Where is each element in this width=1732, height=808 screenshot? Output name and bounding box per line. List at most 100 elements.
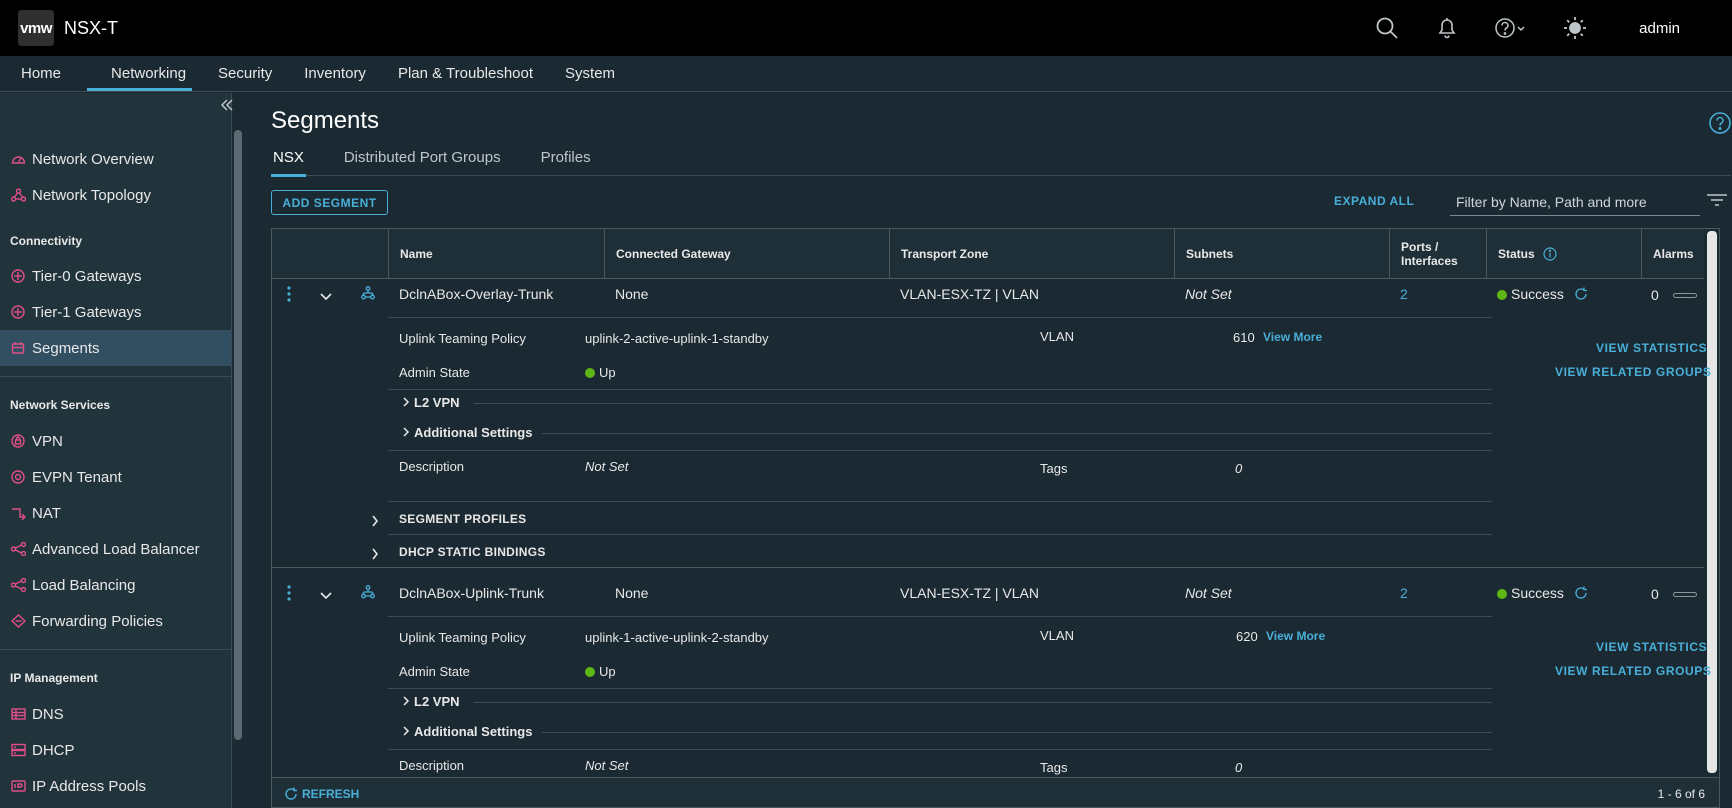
sidebar-scrollbar[interactable] bbox=[232, 126, 246, 808]
tab-inventory[interactable]: Inventory bbox=[288, 56, 382, 91]
sidebar-item-vpn[interactable]: VPN bbox=[0, 423, 231, 459]
column-ports-interfaces[interactable]: Ports / Interfaces bbox=[1389, 229, 1486, 279]
view-statistics-link[interactable]: VIEW STATISTICS bbox=[1596, 341, 1707, 355]
column-subnets[interactable]: Subnets bbox=[1174, 229, 1389, 279]
ports-count-link[interactable]: 2 bbox=[1400, 286, 1408, 302]
row-actions-icon[interactable] bbox=[286, 584, 292, 605]
grid-scrollbar-thumb[interactable] bbox=[1707, 231, 1717, 773]
sidebar-item-network-overview[interactable]: Network Overview bbox=[0, 141, 231, 177]
help-circle-icon[interactable] bbox=[1708, 111, 1732, 138]
segment-profiles-expander[interactable]: SEGMENT PROFILES bbox=[399, 512, 526, 526]
sidebar-item-tier0-gateways[interactable]: Tier-0 Gateways bbox=[0, 258, 231, 294]
tab-system[interactable]: System bbox=[549, 56, 631, 91]
segments-icon bbox=[10, 340, 26, 356]
help-icon[interactable] bbox=[1487, 8, 1535, 48]
view-related-groups-link[interactable]: VIEW RELATED GROUPS bbox=[1555, 365, 1712, 379]
divider bbox=[542, 433, 1492, 434]
tab-home[interactable]: Home bbox=[0, 56, 77, 91]
view-more-link[interactable]: View More bbox=[1266, 629, 1325, 643]
l2vpn-expander[interactable]: L2 VPN bbox=[402, 694, 460, 709]
sidebar-item-segments[interactable]: Segments bbox=[0, 330, 231, 366]
description-value: Not Set bbox=[585, 459, 629, 474]
user-menu[interactable]: admin bbox=[1639, 20, 1680, 37]
ip-pool-icon bbox=[10, 778, 26, 794]
sidebar-item-network-topology[interactable]: Network Topology bbox=[0, 177, 231, 213]
grid-footer: REFRESH 1 - 6 of 6 bbox=[272, 777, 1719, 807]
tab-security[interactable]: Security bbox=[202, 56, 288, 91]
column-actions bbox=[272, 229, 388, 279]
collapse-sidebar-icon[interactable] bbox=[220, 98, 234, 115]
segment-tabs: NSX Distributed Port Groups Profiles bbox=[271, 143, 1731, 177]
ports-count-link[interactable]: 2 bbox=[1400, 585, 1408, 601]
sidebar-item-dns[interactable]: DNS bbox=[0, 696, 231, 732]
l2vpn-expander[interactable]: L2 VPN bbox=[402, 395, 460, 410]
success-dot-icon bbox=[1497, 589, 1507, 599]
alarms-count: 0 bbox=[1651, 586, 1697, 602]
sidebar-group-connectivity: Connectivity bbox=[10, 234, 83, 248]
info-icon[interactable] bbox=[1543, 247, 1557, 261]
column-alarms[interactable]: Alarms bbox=[1641, 229, 1704, 279]
sidebar-item-evpn-tenant[interactable]: EVPN Tenant bbox=[0, 459, 231, 495]
tab-networking[interactable]: Networking bbox=[77, 56, 202, 91]
sidebar-scrollbar-thumb[interactable] bbox=[234, 130, 242, 740]
sidebar-item-load-balancing[interactable]: Load Balancing bbox=[0, 567, 231, 603]
divider bbox=[474, 403, 1492, 404]
main-content: Segments NSX Distributed Port Groups Pro… bbox=[248, 93, 1732, 808]
row-actions-icon[interactable] bbox=[286, 285, 292, 306]
divider bbox=[474, 702, 1492, 703]
topology-icon bbox=[10, 187, 26, 203]
expand-all-link[interactable]: EXPAND ALL bbox=[1334, 194, 1414, 208]
column-connected-gateway[interactable]: Connected Gateway bbox=[604, 229, 889, 279]
column-name[interactable]: Name bbox=[388, 229, 604, 279]
sidebar-item-dhcp[interactable]: DHCP bbox=[0, 732, 231, 768]
divider bbox=[388, 616, 1492, 617]
add-segment-button[interactable]: ADD SEGMENT bbox=[271, 190, 388, 215]
view-related-groups-link[interactable]: VIEW RELATED GROUPS bbox=[1555, 664, 1712, 678]
tags-label: Tags bbox=[1040, 760, 1068, 775]
refresh-status-icon[interactable] bbox=[1574, 287, 1588, 301]
sidebar-item-ip-address-pools[interactable]: IP Address Pools bbox=[0, 768, 231, 804]
divider bbox=[388, 534, 1492, 535]
tab-distributed-port-groups[interactable]: Distributed Port Groups bbox=[342, 143, 503, 175]
dhcp-icon bbox=[10, 742, 26, 758]
collapse-row-icon[interactable] bbox=[320, 288, 332, 304]
grid-header: Name Connected Gateway Transport Zone Su… bbox=[272, 229, 1704, 279]
description-label: Description bbox=[399, 758, 465, 773]
subnets: Not Set bbox=[1185, 585, 1232, 601]
collapse-row-icon[interactable] bbox=[320, 587, 332, 603]
divider bbox=[542, 732, 1492, 733]
sidebar-group-ip-management: IP Management bbox=[10, 671, 98, 685]
sidebar-item-advanced-load-balancer[interactable]: Advanced Load Balancer bbox=[0, 531, 231, 567]
bell-icon[interactable] bbox=[1427, 8, 1467, 48]
segments-grid: Name Connected Gateway Transport Zone Su… bbox=[271, 228, 1720, 808]
tab-nsx[interactable]: NSX bbox=[271, 143, 306, 177]
uplink-teaming-label: Uplink Teaming Policy bbox=[399, 630, 526, 645]
column-transport-zone[interactable]: Transport Zone bbox=[889, 229, 1174, 279]
additional-settings-expander[interactable]: Additional Settings bbox=[402, 724, 532, 739]
refresh-status-icon[interactable] bbox=[1574, 586, 1588, 600]
sidebar-item-nat[interactable]: NAT bbox=[0, 495, 231, 531]
grid-scrollbar[interactable] bbox=[1704, 229, 1719, 777]
segment-profiles-chevron-icon[interactable] bbox=[371, 514, 379, 530]
page-title: Segments bbox=[271, 107, 380, 134]
search-icon[interactable] bbox=[1367, 8, 1407, 48]
tab-profiles[interactable]: Profiles bbox=[539, 143, 593, 175]
theme-sun-icon[interactable] bbox=[1555, 8, 1595, 48]
filter-icon[interactable] bbox=[1706, 193, 1728, 210]
divider bbox=[388, 501, 1492, 502]
transport-zone: VLAN-ESX-TZ | VLAN bbox=[900, 286, 1040, 302]
dhcp-bindings-chevron-icon[interactable] bbox=[371, 547, 379, 563]
view-statistics-link[interactable]: VIEW STATISTICS bbox=[1596, 640, 1707, 654]
filter-input[interactable] bbox=[1450, 188, 1700, 216]
view-more-link[interactable]: View More bbox=[1263, 330, 1322, 344]
dhcp-static-bindings-expander[interactable]: DHCP STATIC BINDINGS bbox=[399, 545, 546, 559]
column-status[interactable]: Status bbox=[1486, 229, 1641, 279]
sidebar-item-tier1-gateways[interactable]: Tier-1 Gateways bbox=[0, 294, 231, 330]
sidebar-item-forwarding-policies[interactable]: Forwarding Policies bbox=[0, 603, 231, 639]
subnets: Not Set bbox=[1185, 286, 1232, 302]
tab-plan-troubleshoot[interactable]: Plan & Troubleshoot bbox=[382, 56, 549, 91]
refresh-button[interactable]: REFRESH bbox=[284, 787, 359, 801]
additional-settings-expander[interactable]: Additional Settings bbox=[402, 425, 532, 440]
up-dot-icon bbox=[585, 667, 595, 677]
up-dot-icon bbox=[585, 368, 595, 378]
